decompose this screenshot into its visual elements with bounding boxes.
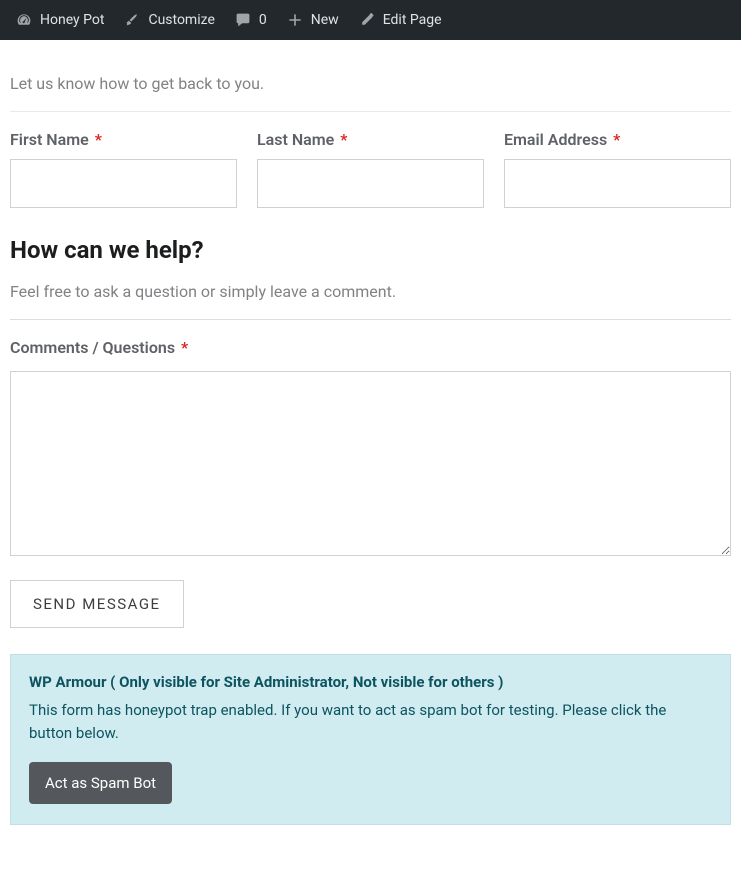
email-label: Email Address * xyxy=(504,130,731,149)
email-label-text: Email Address xyxy=(504,130,607,149)
required-mark: * xyxy=(613,130,620,149)
page-content: Let us know how to get back to you. Firs… xyxy=(0,40,741,825)
required-mark: * xyxy=(95,130,102,149)
last-name-field[interactable] xyxy=(257,159,484,208)
comments-label-text: Comments / Questions xyxy=(10,338,175,357)
divider xyxy=(10,319,731,320)
divider xyxy=(10,111,731,112)
first-name-label-text: First Name xyxy=(10,130,89,149)
last-name-label: Last Name * xyxy=(257,130,484,149)
wp-armour-notice-title: WP Armour ( Only visible for Site Admini… xyxy=(29,673,712,691)
name-email-row: First Name * Last Name * Email Address * xyxy=(10,130,731,208)
first-name-field[interactable] xyxy=(10,159,237,208)
toolbar-customize-link[interactable]: Customize xyxy=(114,0,224,40)
last-name-label-text: Last Name xyxy=(257,130,334,149)
wp-armour-notice: WP Armour ( Only visible for Site Admini… xyxy=(10,654,731,825)
toolbar-new-link[interactable]: New xyxy=(277,0,349,40)
submit-row: SEND MESSAGE xyxy=(10,580,731,628)
email-field-wrap: Email Address * xyxy=(504,130,731,208)
act-as-spam-bot-button[interactable]: Act as Spam Bot xyxy=(29,762,172,804)
toolbar-site-link[interactable]: Honey Pot xyxy=(6,0,114,40)
toolbar-customize-label: Customize xyxy=(148,12,214,28)
wp-armour-notice-body: This form has honeypot trap enabled. If … xyxy=(29,699,712,746)
toolbar-comments-link[interactable]: 0 xyxy=(225,0,277,40)
toolbar-new-label: New xyxy=(311,12,339,28)
brush-icon xyxy=(124,12,140,28)
comment-icon xyxy=(235,12,251,28)
required-mark: * xyxy=(340,130,347,149)
last-name-field-wrap: Last Name * xyxy=(257,130,484,208)
email-field[interactable] xyxy=(504,159,731,208)
help-section-heading: How can we help? xyxy=(10,236,731,264)
pencil-icon xyxy=(359,12,375,28)
help-lead-text: Feel free to ask a question or simply le… xyxy=(10,282,731,301)
required-mark: * xyxy=(181,338,188,357)
contact-lead-text: Let us know how to get back to you. xyxy=(10,74,731,93)
toolbar-comments-count: 0 xyxy=(259,12,267,28)
admin-toolbar: Honey Pot Customize 0 New Edit Page xyxy=(0,0,741,40)
comments-field-wrap: Comments / Questions * xyxy=(10,338,731,560)
send-message-button[interactable]: SEND MESSAGE xyxy=(10,580,184,628)
toolbar-site-name: Honey Pot xyxy=(40,12,104,28)
toolbar-edit-label: Edit Page xyxy=(383,12,442,28)
gauge-icon xyxy=(16,12,32,28)
first-name-label: First Name * xyxy=(10,130,237,149)
first-name-field-wrap: First Name * xyxy=(10,130,237,208)
comments-field[interactable] xyxy=(10,371,731,556)
toolbar-edit-link[interactable]: Edit Page xyxy=(349,0,452,40)
comments-label: Comments / Questions * xyxy=(10,338,731,357)
plus-icon xyxy=(287,12,303,28)
